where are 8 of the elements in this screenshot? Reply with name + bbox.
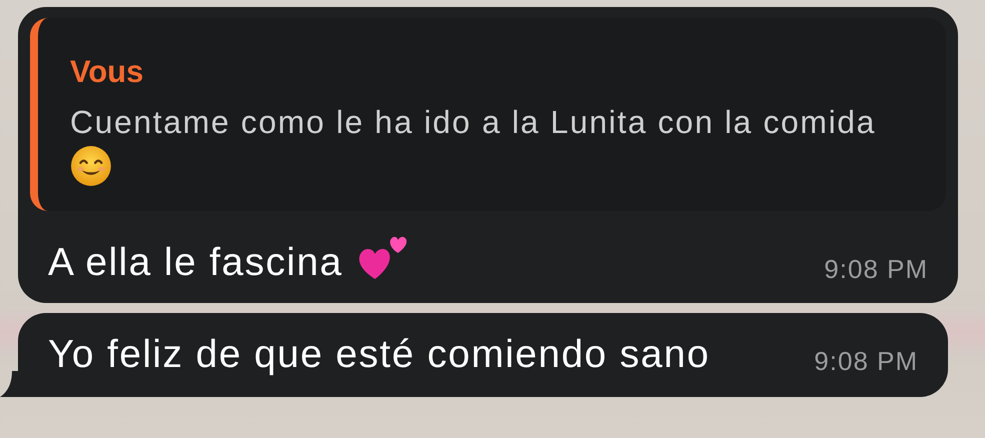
quoted-message[interactable]: Vous Cuentame como le ha ido a la Lunita con la comida (30, 18, 946, 211)
quote-author: Vous (70, 54, 144, 90)
smiling-face-icon (70, 145, 112, 187)
message-time: 9:08 PM (814, 346, 918, 377)
quote-text: Cuentame como le ha ido a la Lunita con la comida (70, 104, 876, 141)
message-time: 9:08 PM (824, 254, 929, 285)
message-text: Yo feliz de que esté comiendo sano (48, 333, 710, 377)
message-text: A ella le fascina (48, 241, 343, 285)
